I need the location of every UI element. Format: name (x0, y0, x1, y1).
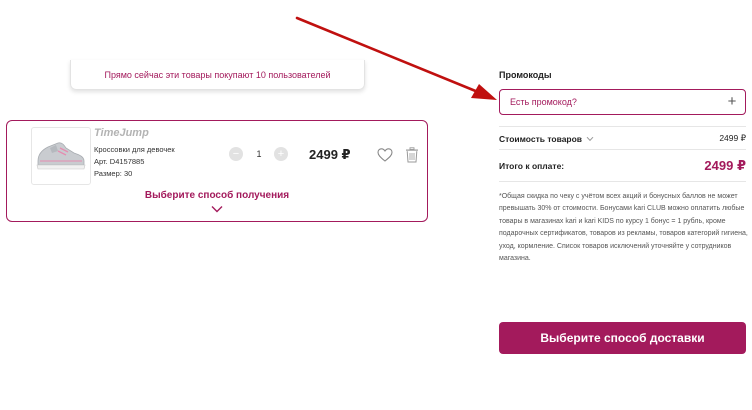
total-label: Итого к оплате: (499, 161, 565, 171)
cart-item: TimeJump Кроссовки для девочек Арт. D415… (6, 120, 428, 222)
cost-label-text: Стоимость товаров (499, 133, 583, 144)
summary-divider (499, 149, 746, 150)
promo-section-title: Промокоды (499, 70, 552, 80)
cost-value: 2499 ₽ (719, 133, 746, 143)
choose-delivery-button[interactable]: Выберите способ доставки (499, 322, 746, 354)
bonus-disclaimer: *Общая скидка по чеку с учётом всех акци… (499, 193, 748, 263)
promo-code-field[interactable]: Есть промокод? + (499, 89, 746, 115)
total-row: Итого к оплате: 2499 ₽ (499, 158, 746, 174)
cost-label[interactable]: Стоимость товаров (499, 134, 594, 144)
cost-row: Стоимость товаров 2499 ₽ (499, 133, 746, 144)
plus-icon[interactable]: + (719, 90, 745, 114)
heart-icon[interactable] (377, 147, 393, 163)
product-article: Арт. D4157885 (94, 157, 145, 166)
chevron-down-icon[interactable] (586, 136, 594, 142)
trash-icon[interactable] (405, 147, 419, 163)
pickup-method-link[interactable]: Выберите способ получения (7, 190, 427, 201)
total-value: 2499 ₽ (704, 158, 746, 173)
popular-notice: Прямо сейчас эти товары покупают 10 поль… (70, 60, 365, 90)
product-brand[interactable]: TimeJump (94, 127, 149, 139)
promo-code-placeholder[interactable]: Есть промокод? (500, 97, 719, 107)
summary-divider (499, 181, 746, 182)
chevron-down-icon[interactable] (211, 205, 223, 213)
quantity-value[interactable]: 1 (245, 146, 273, 162)
item-price: 2499 ₽ (309, 147, 351, 162)
quantity-decrease-button[interactable]: − (229, 147, 243, 161)
product-size: Размер: 30 (94, 169, 133, 178)
summary-divider (499, 126, 746, 127)
popular-notice-text: Прямо сейчас эти товары покупают 10 поль… (104, 69, 331, 80)
product-thumbnail[interactable] (31, 127, 91, 185)
sneaker-image (36, 142, 86, 170)
quantity-increase-button[interactable]: + (274, 147, 288, 161)
quantity-stepper: − 1 + (229, 146, 289, 162)
product-name[interactable]: Кроссовки для девочек (94, 145, 175, 154)
